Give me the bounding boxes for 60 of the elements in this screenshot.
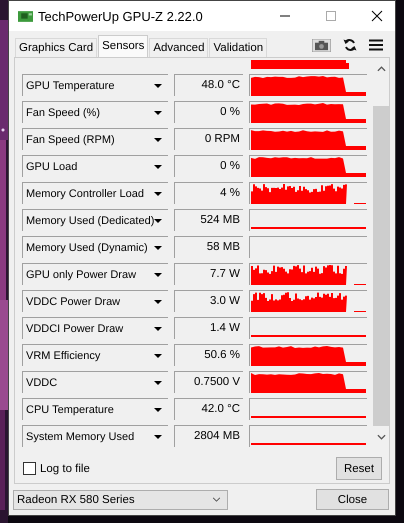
sensor-name[interactable]: CPU Temperature [22, 398, 168, 420]
window-title: TechPowerUp GPU-Z 2.22.0 [38, 8, 203, 24]
caret-icon[interactable] [154, 246, 162, 250]
caret-icon[interactable] [154, 138, 162, 142]
sensor-name[interactable]: VDDCI Power Draw [22, 317, 168, 339]
caret-icon[interactable] [154, 354, 162, 358]
caret-icon[interactable] [154, 84, 162, 88]
sensor-value: 7.7 W [174, 263, 243, 285]
sensor-name[interactable]: Fan Speed (RPM) [22, 128, 168, 150]
scrollbar-thumb[interactable] [373, 106, 389, 426]
sensor-value: 50.6 % [174, 344, 243, 366]
sensor-value: 0.7500 V [174, 371, 243, 393]
chevron-down-icon[interactable] [212, 497, 221, 502]
sensor-name[interactable]: VRM Efficiency [22, 344, 168, 366]
tab[interactable]: Validation [209, 38, 268, 57]
caret-icon[interactable] [154, 380, 162, 384]
scroll-down-icon[interactable] [376, 434, 386, 440]
graphics-card-icon [18, 10, 33, 22]
caret-icon[interactable] [154, 300, 162, 304]
close-button[interactable]: Close [316, 489, 389, 510]
sensor-name[interactable]: Memory Controller Load [22, 182, 168, 204]
sensor-value: 0 RPM [174, 128, 243, 150]
sensor-name[interactable]: VDDC Power Draw [22, 290, 168, 312]
caret-icon[interactable] [154, 434, 162, 438]
sensor-value: 42.0 °C [174, 398, 243, 420]
caret-icon[interactable] [154, 110, 162, 114]
sensor-name[interactable]: GPU only Power Draw [22, 263, 168, 285]
reset-button[interactable]: Reset [336, 457, 382, 480]
sensor-name[interactable]: VDDC [22, 371, 168, 393]
sensor-value: 58 MB [174, 236, 243, 258]
caret-icon[interactable] [154, 218, 162, 222]
caret-icon[interactable] [154, 164, 162, 168]
caret-icon[interactable] [154, 326, 162, 330]
sensor-name[interactable]: Fan Speed (%) [22, 101, 168, 123]
camera-icon[interactable] [312, 38, 331, 52]
menu-icon[interactable] [369, 38, 383, 52]
tab[interactable]: Graphics Card [15, 38, 98, 57]
caret-icon[interactable] [154, 192, 162, 196]
sensor-value: 524 MB [174, 209, 243, 231]
sensor-value: 1.4 W [174, 317, 243, 339]
log-to-file-checkbox[interactable]: Log to file [23, 462, 90, 475]
scroll-up-icon[interactable] [376, 66, 386, 72]
sensor-name[interactable]: Memory Used (Dedicated) [22, 209, 168, 231]
sensor-value: 48.0 °C [174, 74, 243, 96]
sensor-name[interactable]: System Memory Used [22, 425, 168, 447]
sensor-name[interactable]: GPU Temperature [22, 74, 168, 96]
refresh-icon[interactable] [343, 38, 357, 52]
tab[interactable]: Advanced [149, 38, 208, 57]
sensor-value: 4 % [174, 182, 243, 204]
sensor-name[interactable]: GPU Load [22, 155, 168, 177]
close-icon[interactable] [371, 10, 383, 22]
gpu-select[interactable]: Radeon RX 580 Series [13, 490, 228, 510]
caret-icon[interactable] [154, 272, 162, 276]
caret-icon[interactable] [154, 408, 162, 412]
sensor-name[interactable]: Memory Used (Dynamic) [22, 236, 168, 258]
sensor-value: 0 % [174, 155, 243, 177]
sensor-value: 3.0 W [174, 290, 243, 312]
tab[interactable]: Sensors [98, 35, 148, 57]
sensor-value: 2804 MB [174, 425, 243, 447]
sensor-value: 0 % [174, 101, 243, 123]
